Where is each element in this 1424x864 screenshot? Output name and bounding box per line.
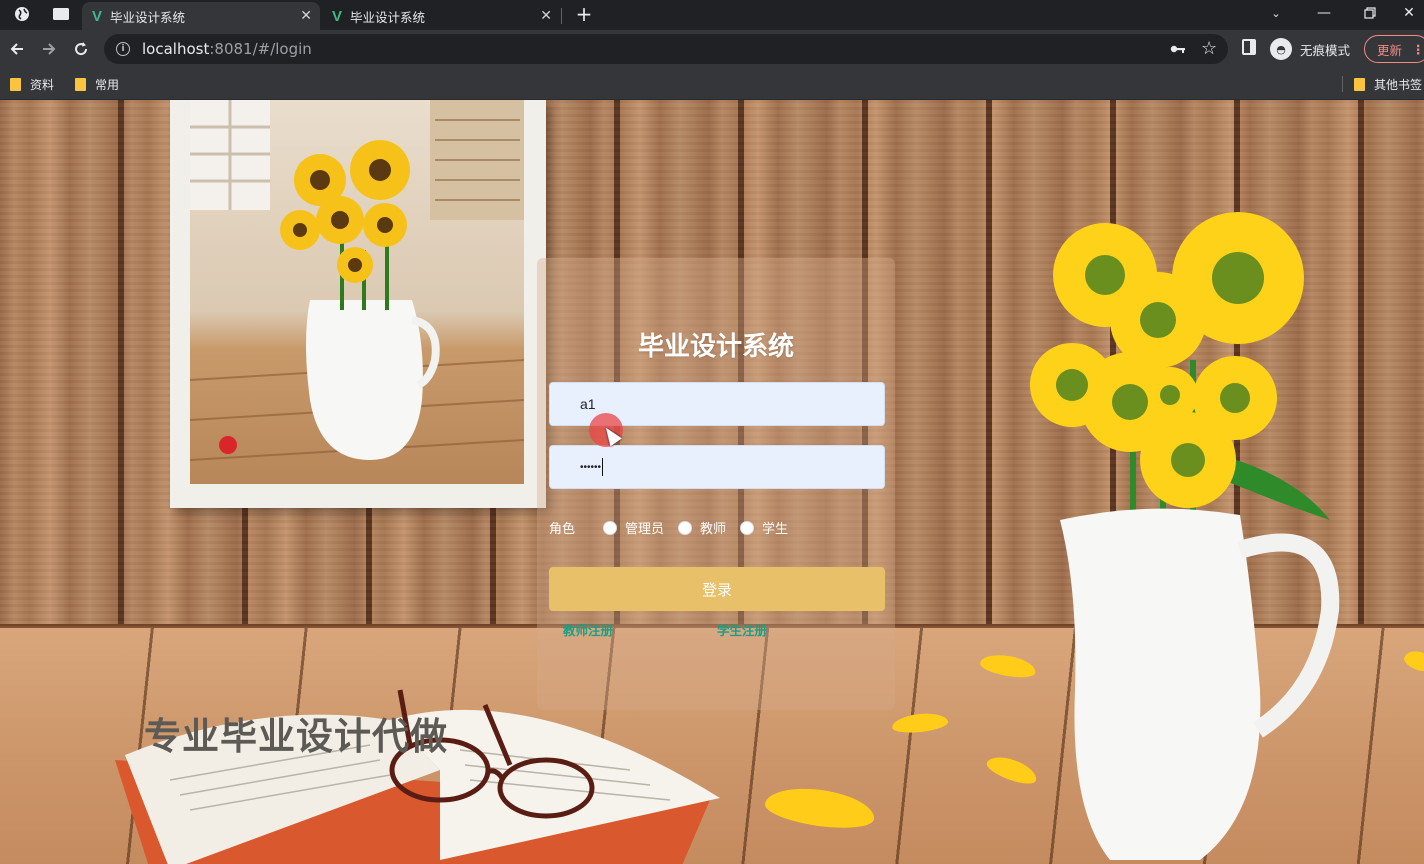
tab-title: 毕业设计系统: [110, 9, 186, 25]
url-path: :8081/#/login: [209, 40, 312, 58]
sunflower-vase-illustration: [1030, 212, 1340, 860]
login-button[interactable]: 登录: [549, 567, 885, 611]
picture-frame: [170, 100, 546, 508]
tab-separator: [561, 8, 562, 24]
student-register-link[interactable]: 学生注册: [717, 620, 767, 639]
side-panel-icon[interactable]: [1242, 39, 1256, 55]
more-icon[interactable]: ⋮: [1412, 42, 1424, 57]
close-icon[interactable]: ✕: [540, 8, 552, 24]
folder-icon: [10, 78, 21, 91]
bookmark-folder[interactable]: 常用: [75, 76, 119, 93]
tab-title: 毕业设计系统: [350, 9, 426, 25]
radio-admin[interactable]: [603, 520, 618, 535]
update-button[interactable]: 更新 ⋮: [1364, 35, 1424, 63]
minimize-icon[interactable]: —: [1302, 0, 1346, 26]
other-bookmarks[interactable]: 其他书签: [1354, 76, 1422, 93]
globe-icon[interactable]: [9, 3, 35, 25]
incognito-label: 无痕模式: [1300, 42, 1351, 58]
page-icon[interactable]: [48, 3, 74, 25]
plus-icon[interactable]: +: [572, 2, 596, 26]
promo-slogan: 专业毕业设计代做: [144, 715, 448, 758]
bookmark-folder[interactable]: 资料: [10, 76, 54, 93]
username-value: a1: [580, 396, 596, 412]
url-host: localhost: [142, 40, 210, 58]
back-icon[interactable]: [4, 36, 30, 62]
login-card: 毕业设计系统 a1 •••••• 角色 管理员 教师 学生 登录 教师注册 学生…: [537, 258, 895, 710]
role-label: 角色: [549, 522, 576, 537]
close-icon[interactable]: ✕: [300, 8, 312, 24]
key-icon[interactable]: [1170, 41, 1186, 59]
address-bar[interactable]: i localhost:8081/#/login ☆: [104, 34, 1228, 64]
reload-icon[interactable]: [68, 36, 94, 62]
password-input[interactable]: ••••••: [549, 445, 885, 489]
teacher-register-link[interactable]: 教师注册: [563, 620, 613, 639]
window-close-icon[interactable]: ✕: [1394, 0, 1424, 26]
password-value: ••••••: [580, 461, 602, 473]
tab-inactive[interactable]: V 毕业设计系统 ✕: [322, 2, 560, 30]
folder-icon: [75, 78, 86, 91]
update-label: 更新: [1377, 42, 1403, 58]
bookmark-label: 常用: [95, 78, 120, 92]
radio-label-teacher[interactable]: 教师: [700, 518, 726, 537]
role-selector: 角色 管理员 教师 学生: [549, 518, 802, 537]
info-icon[interactable]: i: [116, 42, 130, 56]
bookmark-label: 资料: [30, 78, 55, 92]
page-viewport: 专业毕业设计代做 毕业设计系统 a1 •••••• 角色 管理员 教师 学生 登…: [0, 100, 1424, 864]
radio-label-admin[interactable]: 管理员: [625, 518, 664, 537]
tab-active[interactable]: V 毕业设计系统 ✕: [82, 2, 320, 30]
radio-teacher[interactable]: [678, 520, 693, 535]
vue-logo-icon: V: [92, 7, 103, 25]
radio-student[interactable]: [740, 520, 755, 535]
bookmarks-bar: 资料 常用 其他书签: [0, 68, 1424, 100]
login-title: 毕业设计系统: [637, 332, 794, 362]
bookmark-separator: [1342, 76, 1343, 92]
folder-icon: [1354, 78, 1365, 91]
framed-painting: [190, 100, 524, 484]
forward-icon[interactable]: [36, 36, 62, 62]
star-icon[interactable]: ☆: [1201, 38, 1217, 59]
incognito-icon: ◓: [1270, 38, 1292, 60]
browser-toolbar: i localhost:8081/#/login ☆ ◓ 无痕模式 更新 ⋮: [0, 30, 1424, 68]
vue-logo-icon: V: [332, 7, 343, 25]
chevron-down-icon[interactable]: ⌄: [1254, 0, 1298, 26]
other-bookmarks-label: 其他书签: [1374, 78, 1423, 92]
text-caret: [602, 458, 604, 476]
restore-icon[interactable]: [1348, 0, 1392, 26]
login-button-label: 登录: [701, 580, 732, 599]
tab-strip: V 毕业设计系统 ✕ V 毕业设计系统 ✕ + ⌄ — ✕: [0, 0, 1424, 30]
radio-label-student[interactable]: 学生: [762, 518, 788, 537]
incognito-indicator[interactable]: ◓ 无痕模式: [1270, 36, 1350, 62]
